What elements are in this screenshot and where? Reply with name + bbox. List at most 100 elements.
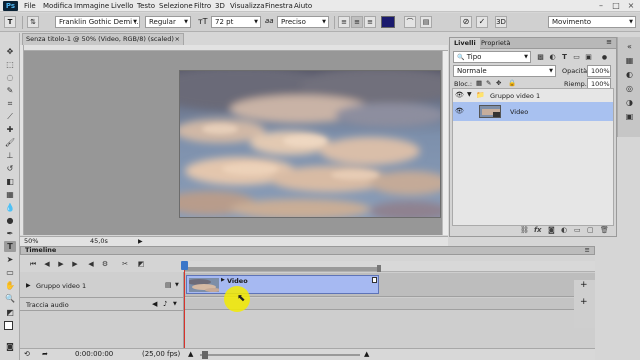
filter-adjustment-icon[interactable]: ◐ <box>548 53 557 62</box>
eyedropper-tool-icon[interactable]: ⟋ <box>4 111 16 122</box>
lock-all-icon[interactable]: 🔒 <box>508 79 516 87</box>
menu-livello[interactable]: Livello <box>111 2 133 10</box>
close-icon[interactable]: × <box>175 34 180 44</box>
document-scrollbar[interactable] <box>442 51 448 235</box>
settings-gear-icon[interactable]: ⚙ <box>100 259 110 269</box>
menu-finestra[interactable]: Finestra <box>265 2 293 10</box>
close-window-button[interactable]: × <box>624 1 638 11</box>
timeline-zoom-slider[interactable] <box>200 351 360 359</box>
status-menu-arrow-icon[interactable]: ▶ <box>138 237 143 246</box>
rectangle-tool-icon[interactable]: ▭ <box>4 267 16 278</box>
play-icon[interactable]: ▶ <box>56 259 66 269</box>
lasso-tool-icon[interactable]: ◌ <box>4 72 16 83</box>
3d-extrude-icon[interactable]: 3D <box>495 16 507 28</box>
blur-tool-icon[interactable]: 💧 <box>4 202 16 213</box>
blend-mode-select[interactable]: Normale ▼ <box>453 65 556 77</box>
layer-row-group[interactable]: 👁 ▼ 📁 Gruppo video 1 <box>453 90 613 101</box>
next-frame-icon[interactable]: ▶ <box>70 259 80 269</box>
brush-tool-icon[interactable]: 🖌 <box>4 137 16 148</box>
menu-visualizza[interactable]: Visualizza <box>230 2 264 10</box>
clip-options-icon[interactable] <box>372 277 377 283</box>
filter-type-icon[interactable]: T <box>560 53 569 62</box>
styles-panel-icon[interactable]: ▣ <box>623 111 636 122</box>
history-brush-tool-icon[interactable]: ↺ <box>4 163 16 174</box>
folder-icon[interactable]: ▭ <box>574 226 581 234</box>
font-style-select[interactable]: Regular ▼ <box>145 16 191 28</box>
current-timecode[interactable]: 0:00:00:00 <box>75 349 113 360</box>
canvas-video-frame[interactable] <box>180 71 440 217</box>
menu-modifica[interactable]: Modifica <box>43 2 72 10</box>
zoom-level[interactable]: 50% <box>24 237 38 246</box>
quick-mask-icon[interactable]: ◙ <box>4 341 16 352</box>
mute-audio-icon[interactable]: ◀ <box>86 259 96 269</box>
mask-icon[interactable]: ◙ <box>548 226 555 234</box>
menu-selezione[interactable]: Selezione <box>159 2 193 10</box>
expand-dock-icon[interactable]: « <box>623 41 636 52</box>
zoom-tool-icon[interactable]: 🔍 <box>4 293 16 304</box>
font-family-select[interactable]: Franklin Gothic Demi ... ▼ <box>55 16 140 28</box>
filter-pixel-icon[interactable]: ▩ <box>536 53 545 62</box>
expand-clip-triangle-icon[interactable]: ▶ <box>221 277 225 283</box>
film-strip-icon[interactable]: ▤ <box>165 281 172 289</box>
hand-tool-icon[interactable]: ✋ <box>4 280 16 291</box>
lock-pixels-icon[interactable]: ✎ <box>486 79 491 87</box>
minimize-button[interactable]: – <box>594 1 608 11</box>
move-tool-icon[interactable]: ✥ <box>4 46 16 57</box>
align-left-icon[interactable]: ≡ <box>338 16 350 28</box>
audio-track-header[interactable]: Traccia audio ◀ ♪ ▼ <box>20 299 183 311</box>
video-clip[interactable]: ▶ Video <box>186 275 379 294</box>
eraser-tool-icon[interactable]: ◧ <box>4 176 16 187</box>
menu-file[interactable]: File <box>24 2 36 10</box>
workspace-select[interactable]: Movimento ▼ <box>548 16 636 28</box>
opacity-field[interactable]: 100% <box>587 65 611 77</box>
new-layer-icon[interactable]: ▢ <box>587 226 594 234</box>
chevron-down-icon[interactable]: ▼ <box>173 301 177 307</box>
layer-row-video[interactable]: 👁 Video <box>453 102 613 121</box>
text-color-swatch[interactable] <box>381 16 395 28</box>
clone-stamp-tool-icon[interactable]: ⊥ <box>4 150 16 161</box>
history-panel-icon[interactable]: ▦ <box>623 55 636 66</box>
foreground-color-swatch[interactable] <box>4 321 13 330</box>
crop-tool-icon[interactable]: ⌗ <box>4 98 16 109</box>
add-media-audio-icon[interactable]: + <box>580 297 588 307</box>
swatches-panel-icon[interactable]: ◎ <box>623 83 636 94</box>
filter-toggle-icon[interactable]: ● <box>600 53 609 62</box>
expand-triangle-icon[interactable]: ▶ <box>26 282 31 289</box>
menu-aiuto[interactable]: Aiuto <box>294 2 312 10</box>
work-area-bar[interactable] <box>184 267 380 271</box>
filter-shape-icon[interactable]: ▭ <box>572 53 581 62</box>
quick-selection-tool-icon[interactable]: ✎ <box>4 85 16 96</box>
menu-testo[interactable]: Testo <box>137 2 155 10</box>
previous-frame-icon[interactable]: ◀ <box>42 259 52 269</box>
commit-icon[interactable]: ✓ <box>476 16 488 28</box>
default-colors-icon[interactable]: ◩ <box>4 307 16 318</box>
toggle-orientation-icon[interactable]: ⇅ <box>27 16 39 28</box>
panel-menu-icon[interactable]: ≡ <box>585 247 590 254</box>
healing-brush-tool-icon[interactable]: ✚ <box>4 124 16 135</box>
tab-proprieta[interactable]: Proprietà <box>477 38 514 49</box>
go-to-first-frame-icon[interactable]: ⏮ <box>28 259 38 269</box>
expand-triangle-icon[interactable]: ▼ <box>467 91 472 98</box>
chevron-down-icon[interactable]: ▼ <box>175 282 179 288</box>
dodge-tool-icon[interactable]: ● <box>4 215 16 226</box>
color-panel-icon[interactable]: ◐ <box>623 69 636 80</box>
adjustment-icon[interactable]: ◐ <box>561 226 567 234</box>
timeline-ruler[interactable] <box>184 261 595 272</box>
maximize-button[interactable]: □ <box>609 1 623 11</box>
video-track-header[interactable]: ▶ Gruppo video 1 ▤ ▼ <box>20 274 183 298</box>
tab-livelli[interactable]: Livelli <box>450 38 480 49</box>
playhead[interactable] <box>181 261 188 348</box>
menu-filtro[interactable]: Filtro <box>194 2 211 10</box>
filter-smart-object-icon[interactable]: ▣ <box>584 53 593 62</box>
music-note-icon[interactable]: ♪ <box>163 300 167 308</box>
layer-filter-select[interactable]: 🔍 Tipo ▼ <box>453 51 531 63</box>
lock-transparency-icon[interactable]: ▦ <box>476 79 482 87</box>
menu-3d[interactable]: 3D <box>215 2 225 10</box>
work-area-end-handle[interactable] <box>377 265 381 272</box>
visibility-eye-icon[interactable]: 👁 <box>455 107 464 115</box>
transition-icon[interactable]: ◩ <box>136 259 146 269</box>
adjustments-panel-icon[interactable]: ◑ <box>623 97 636 108</box>
playhead-handle[interactable] <box>181 261 188 270</box>
convert-timeline-icon[interactable]: ⟲ <box>24 349 30 360</box>
zoom-in-icon[interactable]: ▲ <box>364 349 369 360</box>
